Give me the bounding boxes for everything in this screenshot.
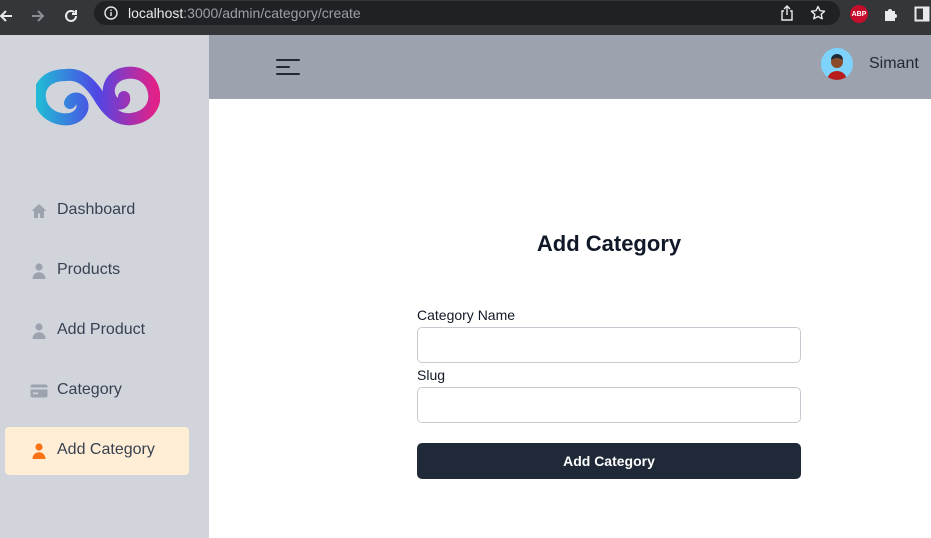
browser-toolbar: localhost:3000/admin/category/create ABP <box>0 0 931 35</box>
share-icon[interactable] <box>780 5 794 26</box>
reload-icon[interactable] <box>61 6 81 26</box>
sidebar-item-label: Add Category <box>57 441 155 458</box>
main-content: Add Category Category Name Slug Add Cate… <box>209 99 931 538</box>
slug-input[interactable] <box>417 387 801 423</box>
sidebar-item-label: Dashboard <box>57 201 136 218</box>
home-icon <box>31 204 47 218</box>
forward-icon[interactable] <box>28 6 48 26</box>
username[interactable]: Simant <box>869 55 919 73</box>
card-icon <box>30 384 48 398</box>
page-title: Add Category <box>536 231 682 256</box>
user-icon <box>32 323 46 339</box>
back-icon[interactable] <box>0 6 16 26</box>
top-bar: Simant <box>209 35 931 99</box>
url-text: localhost:3000/admin/category/create <box>128 5 361 21</box>
brand-logo[interactable] <box>33 65 161 127</box>
sidebar-item-add-category[interactable]: Add Category <box>5 427 189 475</box>
sidebar-item-label: Products <box>57 261 121 278</box>
sidepanel-icon[interactable] <box>914 6 930 27</box>
avatar[interactable] <box>821 48 853 80</box>
sidebar-item-label: Category <box>57 381 122 398</box>
hamburger-icon[interactable] <box>276 57 302 77</box>
url-host: localhost <box>128 5 184 21</box>
add-category-button[interactable]: Add Category <box>417 443 801 479</box>
sidebar: Dashboard Products Add Product Category … <box>0 35 209 538</box>
star-icon[interactable] <box>810 5 826 26</box>
category-name-input[interactable] <box>417 327 801 363</box>
url-path: :3000/admin/category/create <box>183 5 361 21</box>
slug-label: Slug <box>417 367 446 383</box>
category-name-label: Category Name <box>417 307 516 323</box>
abp-extension-icon[interactable]: ABP <box>850 5 868 23</box>
info-icon[interactable] <box>104 6 118 25</box>
sidebar-item-products[interactable]: Products <box>5 247 189 295</box>
sidebar-item-add-product[interactable]: Add Product <box>5 307 189 355</box>
sidebar-item-dashboard[interactable]: Dashboard <box>5 187 189 235</box>
address-bar[interactable]: localhost:3000/admin/category/create <box>94 1 840 25</box>
user-icon <box>32 263 46 279</box>
user-icon <box>32 443 46 459</box>
sidebar-item-category[interactable]: Category <box>5 367 189 415</box>
puzzle-icon[interactable] <box>882 6 900 29</box>
sidebar-item-label: Add Product <box>57 321 146 338</box>
